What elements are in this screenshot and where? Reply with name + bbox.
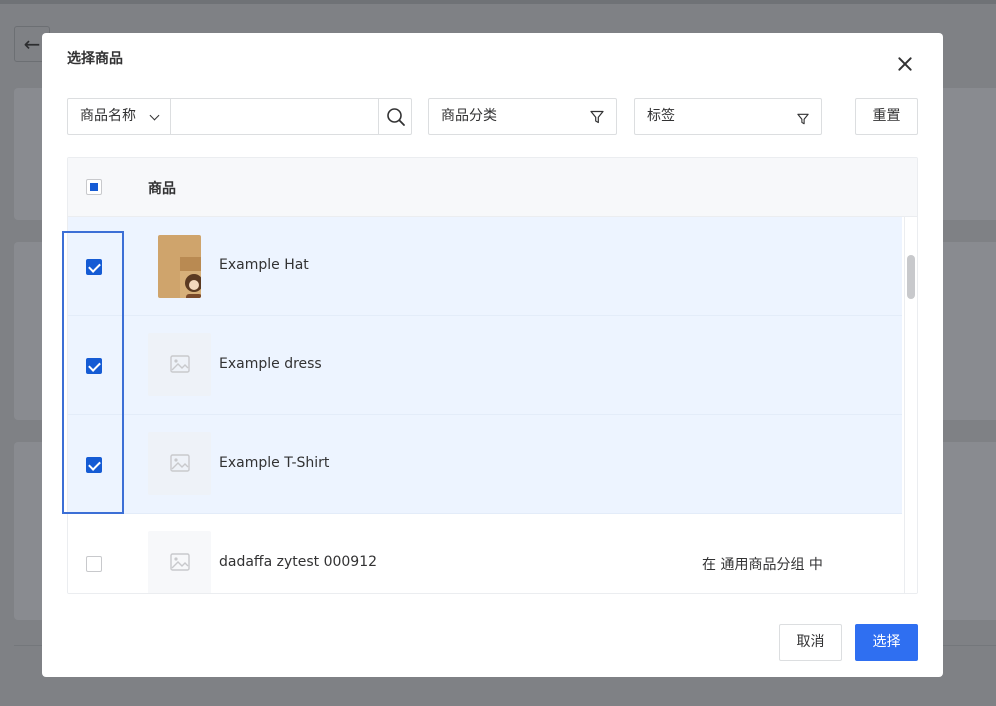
search-field-label: 商品名称 — [80, 108, 136, 124]
select-button[interactable]: 选择 — [855, 624, 918, 661]
category-filter[interactable]: 商品分类 — [428, 98, 617, 135]
product-image — [158, 235, 201, 298]
product-image-placeholder — [148, 432, 211, 495]
cancel-button[interactable]: 取消 — [779, 624, 842, 661]
product-image-placeholder — [148, 333, 211, 396]
search-input[interactable] — [170, 98, 379, 135]
product-name: Example Hat — [219, 257, 309, 273]
row-checkbox[interactable] — [86, 556, 102, 572]
filter-icon — [797, 113, 809, 125]
reset-button[interactable]: 重置 — [855, 98, 918, 135]
scrollbar-thumb[interactable] — [907, 255, 915, 299]
product-name: dadaffa zytest 000912 — [219, 554, 378, 570]
table-row[interactable]: Example T-Shirt — [68, 415, 902, 514]
product-photo — [180, 257, 201, 298]
close-icon[interactable] — [894, 53, 916, 75]
product-image-placeholder — [148, 531, 211, 593]
product-name: Example dress — [219, 356, 322, 372]
table-scrollbar[interactable] — [904, 217, 917, 593]
table-row[interactable]: Example Hat — [68, 217, 902, 316]
column-header-product: 商品 — [148, 181, 176, 197]
checkbox-highlight-box — [62, 231, 124, 514]
image-placeholder-icon — [170, 355, 190, 373]
chevron-down-icon — [149, 110, 160, 121]
category-filter-label: 商品分类 — [441, 108, 497, 124]
search-button[interactable] — [378, 98, 412, 135]
select-all-checkbox[interactable] — [86, 179, 102, 195]
product-name: Example T-Shirt — [219, 455, 330, 471]
tag-filter-label: 标签 — [647, 108, 675, 124]
background-topbar — [0, 0, 996, 4]
search-field-select[interactable]: 商品名称 — [67, 98, 171, 135]
tag-filter[interactable]: 标签 — [634, 98, 822, 135]
table-header: 商品 — [68, 158, 917, 217]
product-group-info: 在 通用商品分组 中 — [702, 557, 823, 573]
image-placeholder-icon — [170, 553, 190, 571]
dialog-title: 选择商品 — [67, 51, 123, 67]
table-row[interactable]: Example dress — [68, 316, 902, 415]
filter-icon — [590, 110, 604, 124]
image-placeholder-icon — [170, 454, 190, 472]
arrow-left-icon: ← — [23, 32, 41, 56]
product-table: 商品 Example Hat Example dress Example T-S… — [67, 157, 918, 594]
select-product-dialog: 选择商品 商品名称 商品分类 标签 重置 商品 Example Hat Exam… — [42, 33, 943, 677]
table-row[interactable]: dadaffa zytest 000912 在 通用商品分组 中 — [68, 514, 902, 593]
search-icon — [387, 108, 405, 126]
